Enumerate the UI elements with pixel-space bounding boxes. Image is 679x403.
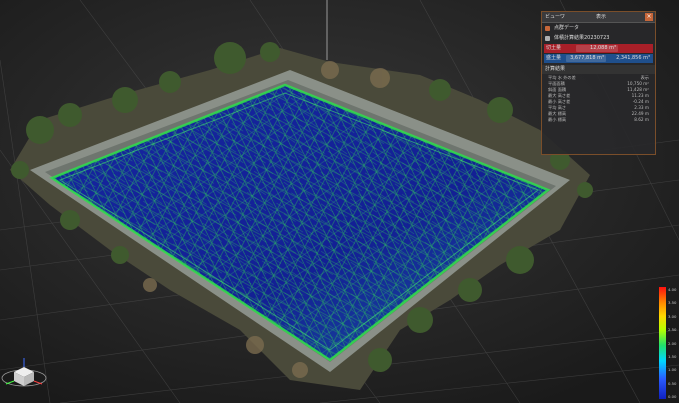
fill-volume-bar: 盛土量 3,677,818 m³ 2,341,856 m³ bbox=[544, 54, 653, 63]
legend-tick: 3.50 bbox=[668, 300, 677, 306]
layer-row-volume[interactable]: 体積計算結果20230723 bbox=[542, 33, 655, 43]
layer-color-icon bbox=[545, 25, 550, 31]
panel-col-display: 表示 bbox=[596, 13, 607, 20]
legend-ticks: 4.00 3.50 3.00 2.50 2.00 1.50 1.00 0.50 0.00 bbox=[668, 287, 679, 399]
layer-row-pointcloud[interactable]: 点群データ bbox=[542, 23, 655, 33]
panel-col-viewer: ビューワ bbox=[545, 13, 566, 20]
legend-tick: 4.00 bbox=[668, 287, 677, 292]
legend-tick: 0.50 bbox=[668, 380, 677, 386]
result-row: 最小 標高 8.62 m bbox=[542, 116, 655, 122]
layer-color-icon bbox=[545, 35, 550, 41]
legend-tick: 2.00 bbox=[668, 340, 677, 346]
layer-label: 体積計算結果20230723 bbox=[554, 34, 610, 41]
properties-panel: ビューワ 表示 × 点群データ 体積計算結果20230723 切土量 12,08… bbox=[541, 11, 656, 155]
fill-label: 盛土量 bbox=[546, 55, 562, 61]
fill-total: 2,341,856 m³ bbox=[616, 55, 650, 61]
layer-label: 点群データ bbox=[554, 24, 580, 31]
result-value: 8.62 m bbox=[634, 117, 649, 122]
cut-volume-bar: 切土量 12,088 m³ bbox=[544, 44, 653, 53]
legend-tick: 0.00 bbox=[668, 394, 677, 399]
color-scale-legend bbox=[659, 287, 666, 399]
fill-value: 3,677,818 m³ bbox=[566, 55, 606, 62]
results-list: 平均 水 外の差 表示 平面面積 10,750 m² 斜面 面積 11,428 m² 最大 … bbox=[542, 74, 655, 122]
legend-tick: 1.50 bbox=[668, 353, 677, 359]
results-section-title: 計算結果 bbox=[542, 65, 655, 74]
panel-header: ビューワ 表示 × bbox=[542, 12, 655, 23]
legend-tick: 2.50 bbox=[668, 327, 677, 333]
cut-value: 12,088 m³ bbox=[576, 45, 618, 52]
legend-tick: 1.00 bbox=[668, 367, 677, 373]
legend-tick: 3.00 bbox=[668, 313, 677, 319]
cut-label: 切土量 bbox=[546, 45, 562, 51]
result-key: 最小 標高 bbox=[548, 117, 567, 122]
close-icon[interactable]: × bbox=[645, 13, 653, 21]
